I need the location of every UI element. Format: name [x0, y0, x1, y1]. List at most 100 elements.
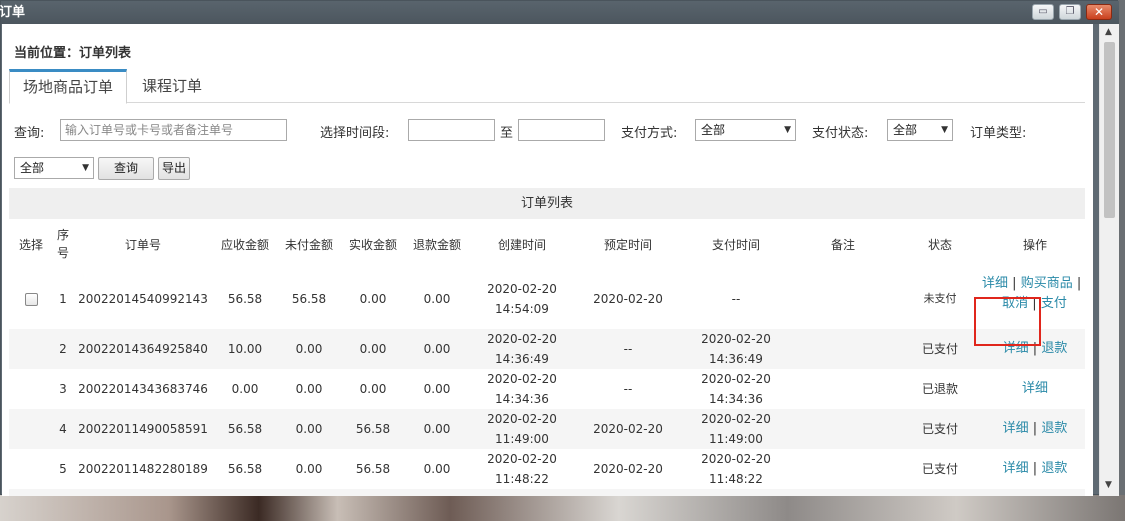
end-date-input[interactable] [518, 119, 605, 141]
seq-cell: 3 [59, 382, 67, 396]
receivable-cell: 56.58 [227, 292, 263, 306]
paid-date: 2020-02-20 [701, 332, 771, 346]
booked-cell: 2020-02-20 [593, 462, 663, 476]
unpaid-cell: 56.58 [291, 292, 327, 306]
created-date: 2020-02-20 [487, 282, 557, 296]
booked-cell: 2020-02-20 [575, 409, 681, 449]
paid-cell: 2020-02-20 11:48:22 [681, 449, 791, 489]
dialog-content: 当前位置：订单列表 场地商品订单 课程订单 查询: 输入订单号或卡号或者备注单号… [2, 24, 1093, 496]
order-type-label: 订单类型: [970, 126, 1027, 141]
start-date-input[interactable] [408, 119, 495, 141]
status-badge: 已退款 [921, 382, 958, 396]
query-label: 查询: [14, 126, 45, 141]
received-cell: 0.00 [359, 292, 387, 306]
paid-time: 11:48:22 [709, 472, 763, 486]
close-icon[interactable]: ✕ [1086, 4, 1112, 20]
created-cell: 2020-02-20 11:49:00 [469, 409, 575, 449]
receivable-cell: 10.00 [213, 329, 277, 369]
table-row: 3 20022014343683746 0.00 0.00 0.00 0.00 … [9, 369, 1085, 409]
time-range-label: 选择时间段: [320, 126, 390, 141]
created-cell: 2020-02-20 11:48:22 [469, 449, 575, 489]
scrollbar-thumb[interactable] [1104, 42, 1115, 218]
restore-icon[interactable]: ❐ [1059, 4, 1081, 20]
paid-cell: -- [731, 292, 741, 306]
seq-cell: 5 [59, 462, 67, 476]
table-row: 1 20022014540992143 56.58 56.58 0.00 0.0… [9, 269, 1085, 329]
detail-link[interactable]: 详细 [1022, 381, 1048, 396]
refund-link[interactable]: 退款 [1041, 421, 1067, 436]
order-no-cell: 20022014540992143 [78, 292, 208, 306]
detail-link[interactable]: 详细 [1003, 461, 1029, 476]
refund-cell: 0.00 [423, 382, 451, 396]
cancel-highlight-box [974, 297, 1041, 346]
created-time: 14:54:09 [495, 302, 549, 316]
minimize-icon[interactable]: ▭ [1032, 4, 1054, 20]
order-no-cell: 20022011490058591 [73, 409, 213, 449]
note-cell [791, 409, 895, 449]
unpaid-cell: 0.00 [295, 382, 323, 396]
col-header-received: 实收金额 [341, 219, 405, 269]
refund-link[interactable]: 退款 [1041, 461, 1067, 476]
search-button[interactable]: 查询 [98, 157, 154, 180]
ops-cell: 详细 | 退款 [985, 449, 1085, 489]
buy-goods-link[interactable]: 购买商品 [1021, 276, 1073, 291]
query-input[interactable]: 输入订单号或卡号或者备注单号 [60, 119, 287, 141]
col-header-note: 备注 [791, 219, 895, 269]
detail-link[interactable]: 详细 [982, 276, 1008, 291]
seq-cell: 1 [59, 292, 67, 306]
paid-date: 2020-02-20 [701, 452, 771, 466]
created-time: 14:34:36 [495, 392, 549, 406]
booked-cell: -- [623, 382, 633, 396]
vertical-scrollbar[interactable]: ▲ ▼ [1099, 24, 1119, 496]
dialog-titlebar[interactable]: 订单 ▭ ❐ ✕ [0, 1, 1119, 24]
row-select-cell [9, 369, 53, 409]
order-type-value: 全部 [20, 161, 45, 175]
note-cell [791, 329, 895, 369]
dialog-title: 订单 [0, 5, 26, 20]
detail-link[interactable]: 详细 [1003, 421, 1029, 436]
pay-method-select[interactable]: 全部 ▼ [695, 119, 796, 141]
row-select-cell [9, 409, 53, 449]
ops-cell: 详细 [985, 369, 1085, 409]
col-header-order-no: 订单号 [73, 219, 213, 269]
receivable-cell: 56.58 [213, 409, 277, 449]
pay-status-value: 全部 [893, 123, 918, 137]
export-button[interactable]: 导出 [158, 157, 190, 180]
tab-venue-goods-orders[interactable]: 场地商品订单 [9, 69, 127, 104]
col-header-select: 选择 [9, 219, 53, 269]
status-badge: 已支付 [895, 329, 985, 369]
created-time: 11:49:00 [495, 432, 549, 446]
op-separator: | [1012, 276, 1017, 291]
pay-status-select[interactable]: 全部 ▼ [887, 119, 953, 141]
col-header-status: 状态 [895, 219, 985, 269]
refund-cell: 0.00 [405, 409, 469, 449]
breadcrumb: 当前位置：订单列表 [14, 46, 132, 61]
scroll-up-icon[interactable]: ▲ [1105, 27, 1112, 37]
col-header-unpaid: 未付金额 [277, 219, 341, 269]
paid-cell: 2020-02-20 14:34:36 [681, 369, 791, 409]
received-cell: 56.58 [355, 462, 391, 476]
op-separator: | [1032, 461, 1038, 476]
seq-cell: 4 [53, 409, 73, 449]
row-select-cell [9, 329, 53, 369]
time-to-label: 至 [500, 126, 514, 141]
refund-link[interactable]: 退款 [1041, 341, 1067, 356]
chevron-down-icon: ▼ [784, 125, 791, 135]
created-cell: 2020-02-20 14:36:49 [469, 329, 575, 369]
op-separator: | [1076, 276, 1082, 291]
pay-link[interactable]: 支付 [1041, 296, 1067, 311]
unpaid-cell: 0.00 [277, 409, 341, 449]
order-type-select[interactable]: 全部 ▼ [14, 157, 94, 179]
row-checkbox[interactable] [24, 293, 38, 306]
created-cell: 2020-02-20 14:54:09 [469, 269, 575, 329]
paid-time: 14:36:49 [709, 352, 763, 366]
receivable-cell: 56.58 [227, 462, 263, 476]
tab-course-orders[interactable]: 课程订单 [142, 69, 202, 103]
table-row: 5 20022011482280189 56.58 0.00 56.58 0.0… [9, 449, 1085, 489]
refund-cell: 0.00 [423, 292, 451, 306]
scroll-down-icon[interactable]: ▼ [1105, 480, 1112, 490]
order-no-cell: 20022014343683746 [78, 382, 208, 396]
table-row: 4 20022011490058591 56.58 0.00 56.58 0.0… [9, 409, 1085, 449]
received-cell: 0.00 [359, 382, 387, 396]
receivable-cell: 0.00 [231, 382, 259, 396]
